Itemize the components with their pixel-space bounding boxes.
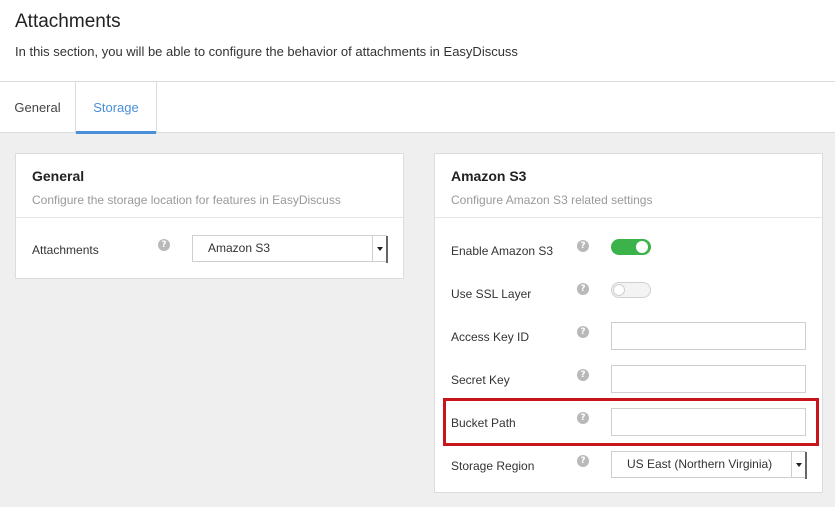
tab-storage[interactable]: Storage [75,82,157,134]
panel-title: Amazon S3 [451,168,527,184]
secret-key-input[interactable] [611,365,806,393]
help-icon[interactable]: ? [577,455,589,467]
access-key-label: Access Key ID [451,330,530,344]
panel-subtitle: Configure Amazon S3 related settings [451,193,653,207]
ssl-toggle[interactable] [611,282,651,298]
enable-s3-row: Enable Amazon S3 ? [435,236,822,266]
storage-region-select-value: US East (Northern Virginia) [627,457,773,471]
secret-key-label: Secret Key [451,373,510,387]
tab-bar: General Storage [0,82,835,134]
storage-region-label: Storage Region [451,459,535,473]
general-panel: General Configure the storage location f… [15,153,404,279]
page-description: In this section, you will be able to con… [15,44,518,59]
help-icon[interactable]: ? [577,240,589,252]
toggle-knob [636,241,648,253]
help-icon[interactable]: ? [577,326,589,338]
panel-title: General [32,168,85,184]
ssl-label: Use SSL Layer [451,287,532,301]
enable-s3-toggle[interactable] [611,239,651,255]
caret-down-icon [791,452,805,477]
page-title: Attachments [15,11,121,32]
attachments-select[interactable]: Amazon S3 [192,235,388,263]
attachments-label: Attachments [32,243,99,257]
help-icon[interactable]: ? [577,283,589,295]
attachments-row: Attachments ? Amazon S3 [16,235,403,265]
panel-header: Amazon S3 Configure Amazon S3 related se… [435,154,822,218]
caret-down-icon [372,236,386,261]
enable-s3-label: Enable Amazon S3 [451,244,554,258]
bucket-path-highlight [443,398,819,446]
attachments-select-value: Amazon S3 [208,241,271,255]
access-key-row: Access Key ID ? [435,322,822,352]
secret-key-row: Secret Key ? [435,365,822,395]
help-icon[interactable]: ? [577,369,589,381]
panel-subtitle: Configure the storage location for featu… [32,193,341,207]
ssl-row: Use SSL Layer ? [435,279,822,309]
tab-general[interactable]: General [0,82,75,133]
panel-header: General Configure the storage location f… [16,154,403,218]
access-key-input[interactable] [611,322,806,350]
storage-region-row: Storage Region ? US East (Northern Virgi… [435,451,822,481]
page-header: Attachments In this section, you will be… [0,0,835,82]
toggle-knob [613,284,625,296]
storage-region-select[interactable]: US East (Northern Virginia) [611,451,807,479]
help-icon[interactable]: ? [158,239,170,251]
